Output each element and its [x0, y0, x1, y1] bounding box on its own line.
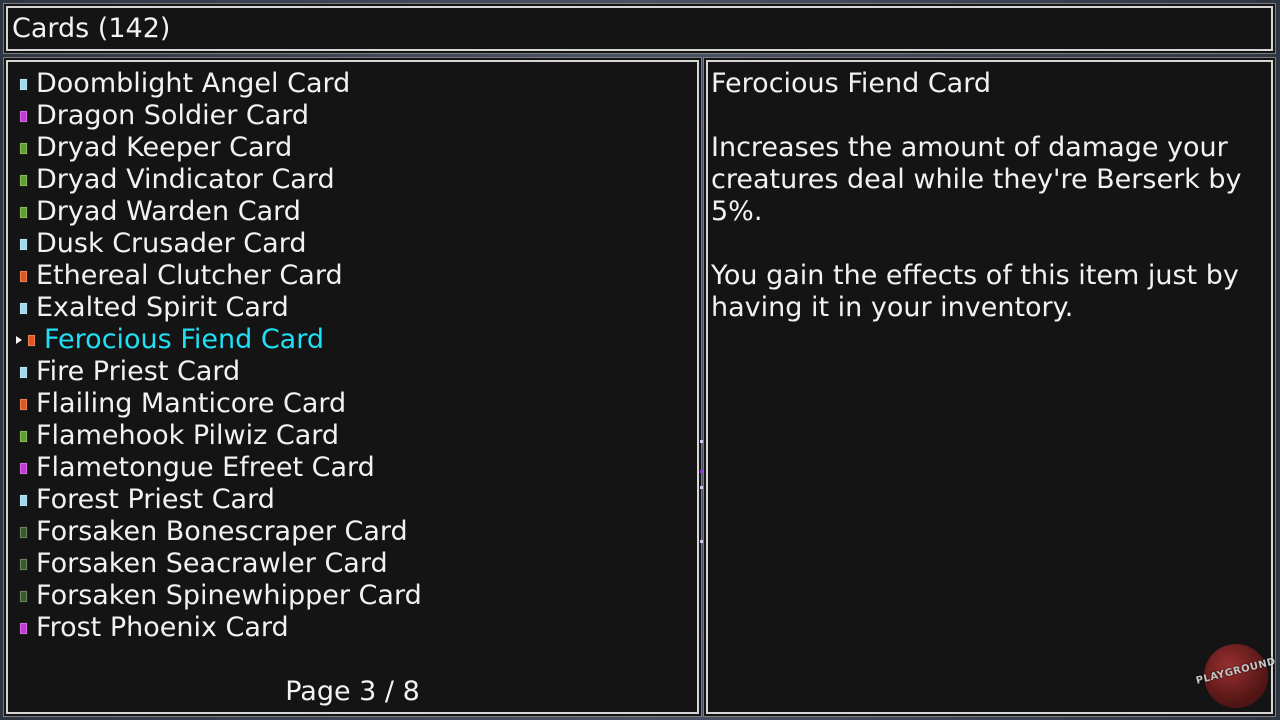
- card-detail-title: Ferocious Fiend Card: [711, 68, 991, 99]
- card-rarity-icon: [19, 205, 28, 219]
- card-name: Forest Priest Card: [36, 484, 275, 515]
- card-list-item[interactable]: Doomblight Angel Card: [16, 68, 422, 100]
- card-name: Ethereal Clutcher Card: [36, 260, 343, 291]
- card-rarity-icon: [19, 173, 28, 187]
- card-list-item[interactable]: Dusk Crusader Card: [16, 228, 422, 260]
- card-detail-note: You gain the effects of this item just b…: [711, 260, 1239, 323]
- card-rarity-icon: [19, 589, 28, 603]
- card-name: Forsaken Bonescraper Card: [36, 516, 408, 547]
- card-rarity-icon: [19, 429, 28, 443]
- cards-header-panel: Cards (142): [6, 6, 1273, 51]
- card-name: Dragon Soldier Card: [36, 100, 310, 131]
- card-name: Dryad Keeper Card: [36, 132, 293, 163]
- card-list-item[interactable]: Exalted Spirit Card: [16, 292, 422, 324]
- card-list-item-selected[interactable]: Ferocious Fiend Card: [16, 324, 422, 356]
- card-rarity-icon: [19, 141, 28, 155]
- card-name: Dusk Crusader Card: [36, 228, 307, 259]
- card-list-item[interactable]: Flamehook Pilwiz Card: [16, 420, 422, 452]
- card-list-item[interactable]: Dragon Soldier Card: [16, 100, 422, 132]
- card-rarity-icon: [19, 461, 28, 475]
- card-detail-panel: Ferocious Fiend Card Increases the amoun…: [706, 60, 1273, 714]
- card-list-item[interactable]: Forsaken Spinewhipper Card: [16, 580, 422, 612]
- card-list-item[interactable]: Forsaken Bonescraper Card: [16, 516, 422, 548]
- card-name: Ferocious Fiend Card: [44, 324, 324, 355]
- card-rarity-icon: [19, 269, 28, 283]
- card-list-item[interactable]: Flailing Manticore Card: [16, 388, 422, 420]
- card-name: Flamehook Pilwiz Card: [36, 420, 340, 451]
- card-name: Forsaken Seacrawler Card: [36, 548, 388, 579]
- card-name: Dryad Warden Card: [36, 196, 301, 227]
- card-rarity-icon: [19, 365, 28, 379]
- card-rarity-icon: [19, 109, 28, 123]
- card-rarity-icon: [19, 525, 28, 539]
- card-rarity-icon: [19, 397, 28, 411]
- card-list-item[interactable]: Forest Priest Card: [16, 484, 422, 516]
- card-rarity-icon: [19, 621, 28, 635]
- selection-cursor-icon: [16, 336, 22, 344]
- card-name: Frost Phoenix Card: [36, 612, 289, 643]
- cards-title: Cards (142): [12, 13, 171, 44]
- game-screen: Cards (142) Doomblight Angel Card Dragon …: [0, 0, 1280, 720]
- card-detail-description: Increases the amount of damage your crea…: [711, 132, 1242, 227]
- card-list-item[interactable]: Frost Phoenix Card: [16, 612, 422, 644]
- card-list-item[interactable]: Dryad Warden Card: [16, 196, 422, 228]
- card-name: Dryad Vindicator Card: [36, 164, 335, 195]
- panel-divider-marks: [699, 430, 705, 560]
- card-name: Exalted Spirit Card: [36, 292, 289, 323]
- card-name: Doomblight Angel Card: [36, 68, 351, 99]
- card-name: Fire Priest Card: [36, 356, 241, 387]
- card-list: Doomblight Angel Card Dragon Soldier Card…: [16, 68, 422, 644]
- card-list-panel: Doomblight Angel Card Dragon Soldier Card…: [6, 60, 699, 714]
- card-list-item[interactable]: Ethereal Clutcher Card: [16, 260, 422, 292]
- card-list-item[interactable]: Dryad Vindicator Card: [16, 164, 422, 196]
- card-list-item[interactable]: Fire Priest Card: [16, 356, 422, 388]
- card-rarity-icon: [19, 301, 28, 315]
- card-name: Flametongue Efreet Card: [36, 452, 375, 483]
- card-name: Forsaken Spinewhipper Card: [36, 580, 422, 611]
- card-rarity-icon: [19, 237, 28, 251]
- card-rarity-icon: [19, 493, 28, 507]
- card-list-item[interactable]: Dryad Keeper Card: [16, 132, 422, 164]
- card-rarity-icon: [27, 333, 36, 347]
- card-list-item[interactable]: Forsaken Seacrawler Card: [16, 548, 422, 580]
- card-list-item[interactable]: Flametongue Efreet Card: [16, 452, 422, 484]
- playground-watermark-logo: PLAYGROUND: [1195, 644, 1277, 708]
- card-name: Flailing Manticore Card: [36, 388, 347, 419]
- card-detail-text: Ferocious Fiend Card Increases the amoun…: [711, 68, 1261, 356]
- card-rarity-icon: [19, 77, 28, 91]
- watermark-text: PLAYGROUND: [1194, 656, 1278, 687]
- page-indicator: Page 3 / 8: [285, 676, 420, 707]
- card-rarity-icon: [19, 557, 28, 571]
